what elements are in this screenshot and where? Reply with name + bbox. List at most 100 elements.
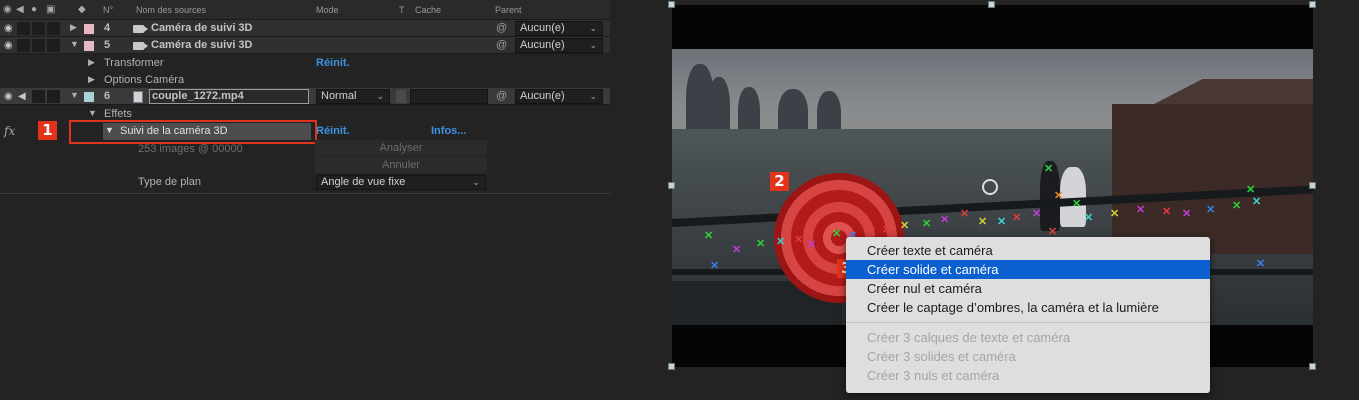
lock-cell[interactable] — [47, 90, 60, 103]
track-point[interactable]: ✕ — [940, 215, 949, 226]
track-point[interactable]: ✕ — [1232, 201, 1241, 212]
collapse-triangle-icon[interactable]: ▼ — [70, 39, 79, 49]
parent-dropdown[interactable]: Aucun(e) ⌄ — [515, 89, 603, 104]
resize-handle[interactable] — [988, 1, 995, 8]
effect-reset-link[interactable]: Réinit. — [316, 125, 350, 137]
menu-item-create-text-camera[interactable]: Créer texte et caméra — [846, 241, 1210, 260]
header-source-name[interactable]: Nom des sources — [136, 5, 206, 15]
lock-cell[interactable] — [47, 22, 60, 35]
menu-item-create-shadow-catcher[interactable]: Créer le captage d’ombres, la caméra et … — [846, 298, 1210, 317]
camera-options-row[interactable]: ▶ Options Caméra — [0, 72, 610, 89]
collapse-triangle-icon[interactable]: ▼ — [88, 108, 97, 118]
parent-dropdown[interactable]: Aucun(e) ⌄ — [515, 38, 603, 53]
pickwhip-spiral-icon[interactable]: @ — [496, 39, 507, 51]
layer-color-swatch[interactable] — [84, 41, 94, 51]
audio-cell[interactable] — [17, 22, 30, 35]
track-point[interactable]: ✕ — [710, 261, 719, 272]
track-point[interactable]: ✕ — [1110, 209, 1119, 220]
track-point[interactable]: ✕ — [776, 237, 785, 248]
layer-name[interactable]: couple_1272.mp4 — [152, 90, 244, 102]
transform-property-row[interactable]: ▶ Transformer Réinit. — [0, 55, 610, 72]
track-point[interactable]: ✕ — [922, 219, 931, 230]
visibility-eye-icon[interactable]: ◉ — [4, 91, 13, 102]
track-point[interactable]: ✕ — [1182, 209, 1191, 220]
layer-row-4[interactable]: ◉ ▶ 4 Caméra de suivi 3D @ Aucun(e) ⌄ — [0, 20, 610, 37]
track-point[interactable]: ✕ — [1072, 199, 1081, 210]
layer-row-5[interactable]: ◉ ▼ 5 Caméra de suivi 3D @ Aucun(e) ⌄ — [0, 37, 610, 54]
audio-speaker-icon[interactable]: ◀ — [18, 91, 26, 102]
expand-triangle-icon[interactable]: ▶ — [70, 22, 77, 33]
lock-cell[interactable] — [47, 39, 60, 52]
track-point[interactable]: ✕ — [832, 229, 841, 240]
analyze-button[interactable]: Analyser — [315, 140, 487, 156]
effect-info-link[interactable]: Infos... — [431, 125, 466, 137]
track-point[interactable]: ✕ — [882, 225, 891, 236]
track-point[interactable]: ✕ — [1252, 197, 1261, 208]
track-point[interactable]: ✕ — [1256, 259, 1265, 270]
layer-row-6[interactable]: ◉ ◀ ▼ 6 couple_1272.mp4 Normal ⌄ @ Aucun(… — [0, 88, 610, 105]
track-matte-cell[interactable] — [396, 90, 406, 103]
track-point[interactable]: ✕ — [807, 240, 816, 251]
resize-handle[interactable] — [1309, 363, 1316, 370]
track-point[interactable]: ✕ — [1162, 207, 1171, 218]
video-switch-icon[interactable]: ◉ — [3, 4, 12, 15]
pickwhip-spiral-icon[interactable]: @ — [496, 90, 507, 102]
header-mode[interactable]: Mode — [316, 5, 339, 15]
transform-reset-link[interactable]: Réinit. — [316, 57, 350, 69]
pickwhip-spiral-icon[interactable]: @ — [496, 22, 507, 34]
audio-cell[interactable] — [17, 39, 30, 52]
crosshair-icon[interactable] — [982, 179, 998, 195]
blend-mode-dropdown[interactable]: Normal ⌄ — [316, 89, 390, 104]
track-point[interactable]: ✕ — [1206, 205, 1215, 216]
layer-name[interactable]: Caméra de suivi 3D — [151, 22, 253, 34]
menu-item-create-3-nulls: Créer 3 nuls et caméra — [867, 368, 1000, 383]
expand-triangle-icon[interactable]: ▶ — [88, 74, 95, 85]
resize-handle[interactable] — [1309, 182, 1316, 189]
solo-switch-icon[interactable]: ● — [31, 4, 37, 15]
track-point[interactable]: ✕ — [1246, 185, 1255, 196]
parent-dropdown[interactable]: Aucun(e) ⌄ — [515, 21, 603, 36]
solo-cell[interactable] — [32, 22, 45, 35]
audio-switch-icon[interactable]: ◀ — [16, 4, 24, 15]
track-point[interactable]: ✕ — [997, 217, 1006, 228]
plane-type-dropdown[interactable]: Angle de vue fixe ⌄ — [316, 175, 486, 190]
resize-handle[interactable] — [668, 182, 675, 189]
track-point[interactable]: ✕ — [1084, 213, 1093, 224]
track-point[interactable]: ✕ — [732, 245, 741, 256]
fx-icon[interactable]: fx — [4, 124, 15, 138]
solo-cell[interactable] — [32, 90, 45, 103]
track-point[interactable]: ✕ — [704, 231, 713, 242]
header-cache[interactable]: Cache — [415, 5, 441, 15]
track-point[interactable]: ✕ — [1044, 164, 1053, 175]
header-t[interactable]: T — [399, 5, 405, 15]
track-point[interactable]: ✕ — [1032, 209, 1041, 220]
layer-color-swatch[interactable] — [84, 24, 94, 34]
track-point[interactable]: ✕ — [756, 239, 765, 250]
resize-handle[interactable] — [1309, 1, 1316, 8]
visibility-eye-icon[interactable]: ◉ — [4, 23, 13, 34]
track-point[interactable]: ✕ — [1012, 213, 1021, 224]
track-point[interactable]: ✕ — [1054, 191, 1063, 202]
layer-name[interactable]: Caméra de suivi 3D — [151, 39, 253, 51]
layer-number: 4 — [104, 22, 111, 34]
collapse-triangle-icon[interactable]: ▼ — [70, 90, 79, 100]
track-point[interactable]: ✕ — [1136, 205, 1145, 216]
menu-item-create-null-camera[interactable]: Créer nul et caméra — [846, 279, 1210, 298]
expand-triangle-icon[interactable]: ▶ — [88, 57, 95, 68]
menu-item-create-solid-camera[interactable]: Créer solide et caméra — [846, 260, 1210, 279]
cancel-button[interactable]: Annuler — [315, 157, 487, 173]
track-point[interactable]: ✕ — [900, 221, 909, 232]
solo-cell[interactable] — [32, 39, 45, 52]
label-tag-icon[interactable]: ◆ — [78, 4, 86, 15]
header-parent[interactable]: Parent — [495, 5, 522, 15]
visibility-eye-icon[interactable]: ◉ — [4, 40, 13, 51]
plane-type-row: Type de plan Angle de vue fixe ⌄ — [0, 174, 610, 191]
track-point[interactable]: ✕ — [794, 235, 803, 246]
layer-color-swatch[interactable] — [84, 92, 94, 102]
header-num[interactable]: N° — [103, 5, 113, 15]
track-point[interactable]: ✕ — [978, 217, 987, 228]
track-point[interactable]: ✕ — [960, 209, 969, 220]
lock-switch-icon[interactable]: ▣ — [46, 4, 55, 15]
resize-handle[interactable] — [668, 1, 675, 8]
resize-handle[interactable] — [668, 363, 675, 370]
